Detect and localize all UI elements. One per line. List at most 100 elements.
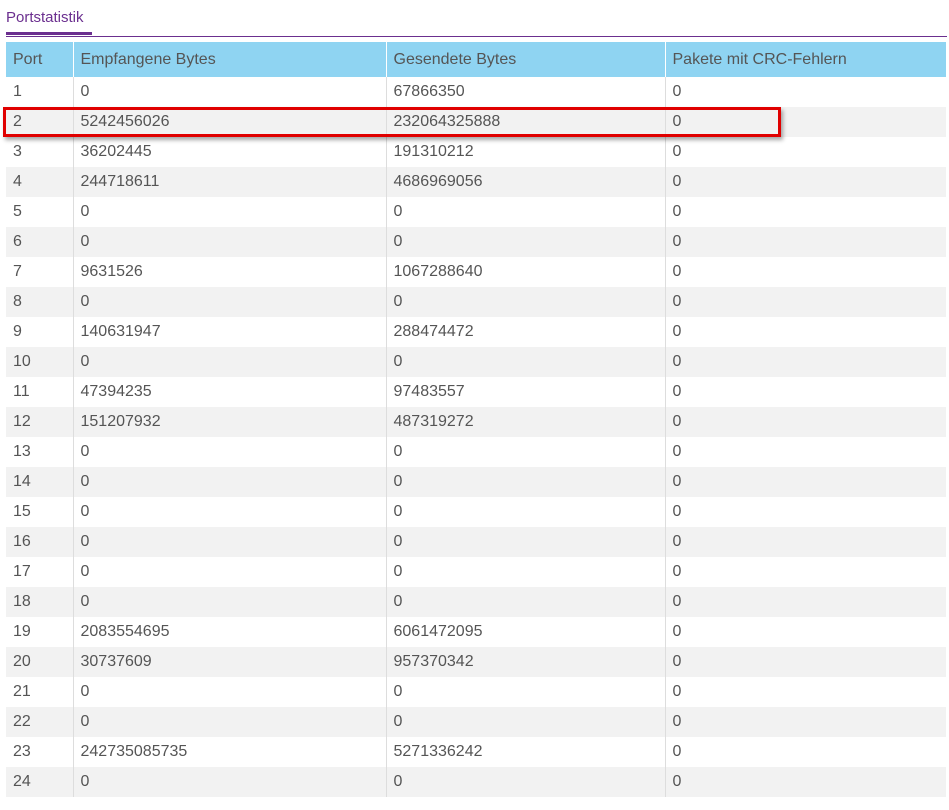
cell-port: 22 [6,707,74,737]
cell-sent-bytes: 0 [386,227,666,257]
cell-received-bytes: 0 [73,677,387,707]
cell-sent-bytes: 6061472095 [386,617,666,647]
cell-received-bytes: 0 [73,707,387,737]
tab-bar: Portstatistik [0,0,949,38]
cell-port: 24 [6,767,74,797]
cell-crc-errors: 0 [665,287,946,317]
cell-port: 23 [6,737,74,767]
table-row: 21 0 0 0 [6,677,946,707]
cell-sent-bytes: 0 [386,557,666,587]
cell-received-bytes: 0 [73,587,387,617]
cell-received-bytes: 0 [73,77,387,107]
table-row: 15 0 0 0 [6,497,946,527]
cell-received-bytes: 140631947 [73,317,387,347]
cell-port: 10 [6,347,74,377]
cell-crc-errors: 0 [665,77,946,107]
cell-received-bytes: 9631526 [73,257,387,287]
table-row: 20 30737609 957370342 0 [6,647,946,677]
cell-crc-errors: 0 [665,497,946,527]
cell-received-bytes: 0 [73,497,387,527]
cell-port: 16 [6,527,74,557]
cell-crc-errors: 0 [665,557,946,587]
cell-port: 5 [6,197,74,227]
column-header-sent-bytes: Gesendete Bytes [386,42,666,77]
cell-sent-bytes: 191310212 [386,137,666,167]
table-row: 6000 [6,227,946,257]
table-row: 11 47394235 97483557 0 [6,377,946,407]
cell-crc-errors: 0 [665,197,946,227]
cell-crc-errors: 0 [665,167,946,197]
cell-port: 17 [6,557,74,587]
cell-port: 6 [6,227,74,257]
cell-received-bytes: 0 [73,437,387,467]
cell-received-bytes: 36202445 [73,137,387,167]
cell-received-bytes: 0 [73,767,387,797]
cell-crc-errors: 0 [665,707,946,737]
table-row: 5000 [6,197,946,227]
cell-crc-errors: 0 [665,527,946,557]
cell-crc-errors: 0 [665,587,946,617]
cell-sent-bytes: 0 [386,587,666,617]
cell-port: 15 [6,497,74,527]
table-row: 1 0 67866350 0 [6,77,946,107]
column-header-received-bytes: Empfangene Bytes [73,42,387,77]
cell-port: 20 [6,647,74,677]
cell-sent-bytes: 5271336242 [386,737,666,767]
tab-portstatistik[interactable]: Portstatistik [6,9,84,27]
table-row: 7 9631526 1067288640 0 [6,257,946,287]
table-row: 19 2083554695 6061472095 0 [6,617,946,647]
cell-received-bytes: 2083554695 [73,617,387,647]
cell-received-bytes: 0 [73,347,387,377]
cell-crc-errors: 0 [665,737,946,767]
cell-crc-errors: 0 [665,227,946,257]
cell-received-bytes: 47394235 [73,377,387,407]
cell-port: 14 [6,467,74,497]
cell-sent-bytes: 0 [386,707,666,737]
cell-sent-bytes: 0 [386,287,666,317]
active-tab-indicator [6,32,92,35]
table-row: 10 0 0 0 [6,347,946,377]
table-row: 2 5242456026 232064325888 0 [6,107,946,137]
cell-sent-bytes: 487319272 [386,407,666,437]
table-body: 1 0 67866350 0 2 5242456026 232064325888 0 3 3620… [6,77,946,797]
tab-divider [6,36,947,37]
cell-received-bytes: 5242456026 [73,107,387,137]
cell-port: 1 [6,77,74,107]
cell-port: 8 [6,287,74,317]
column-header-port: Port [6,42,74,77]
cell-sent-bytes: 67866350 [386,77,666,107]
cell-port: 11 [6,377,74,407]
cell-crc-errors: 0 [665,107,946,137]
cell-crc-errors: 0 [665,617,946,647]
cell-crc-errors: 0 [665,137,946,167]
cell-received-bytes: 244718611 [73,167,387,197]
cell-crc-errors: 0 [665,347,946,377]
cell-crc-errors: 0 [665,437,946,467]
cell-sent-bytes: 0 [386,497,666,527]
cell-sent-bytes: 0 [386,347,666,377]
table-row: 16 0 0 0 [6,527,946,557]
cell-crc-errors: 0 [665,317,946,347]
cell-crc-errors: 0 [665,767,946,797]
table-row: 12 151207932 487319272 0 [6,407,946,437]
cell-sent-bytes: 0 [386,197,666,227]
table-row: 13 0 0 0 [6,437,946,467]
cell-port: 9 [6,317,74,347]
table-row: 24 0 0 0 [6,767,946,797]
cell-received-bytes: 30737609 [73,647,387,677]
cell-port: 7 [6,257,74,287]
cell-received-bytes: 0 [73,527,387,557]
cell-port: 19 [6,617,74,647]
cell-crc-errors: 0 [665,377,946,407]
cell-crc-errors: 0 [665,467,946,497]
cell-sent-bytes: 97483557 [386,377,666,407]
cell-port: 12 [6,407,74,437]
cell-sent-bytes: 288474472 [386,317,666,347]
table-row: 17 0 0 0 [6,557,946,587]
cell-crc-errors: 0 [665,647,946,677]
column-header-crc-errors: Pakete mit CRC-Fehlern [665,42,946,77]
cell-crc-errors: 0 [665,407,946,437]
table-row: 14 0 0 0 [6,467,946,497]
cell-port: 4 [6,167,74,197]
cell-sent-bytes: 232064325888 [386,107,666,137]
